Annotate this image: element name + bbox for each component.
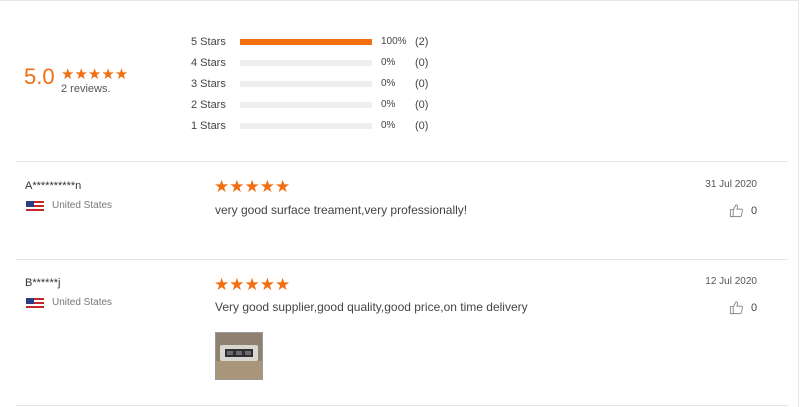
rating-bar bbox=[240, 38, 372, 45]
divider bbox=[16, 405, 788, 406]
rating-count: (0) bbox=[415, 56, 429, 69]
rating-percent: 0% bbox=[381, 78, 396, 89]
rating-distribution: 5 Stars 100% (2) 4 Stars 0% (0) 3 Stars … bbox=[191, 31, 428, 136]
review-stars-icon: ★★★★★ bbox=[214, 177, 291, 196]
rating-row-3[interactable]: 3 Stars 0% (0) bbox=[191, 73, 428, 94]
rating-label: 3 Stars bbox=[191, 77, 226, 90]
rating-percent: 0% bbox=[381, 57, 396, 68]
us-flag-icon bbox=[26, 298, 44, 310]
rating-row-2[interactable]: 2 Stars 0% (0) bbox=[191, 94, 428, 115]
rating-count: (0) bbox=[415, 98, 429, 111]
divider bbox=[16, 161, 788, 162]
divider bbox=[16, 259, 788, 260]
rating-label: 2 Stars bbox=[191, 98, 226, 111]
review-photo-image bbox=[216, 333, 262, 379]
rating-row-1[interactable]: 1 Stars 0% (0) bbox=[191, 115, 428, 136]
rating-count: (0) bbox=[415, 77, 429, 90]
helpful-button[interactable]: 0 bbox=[729, 203, 757, 218]
helpful-count: 0 bbox=[751, 204, 758, 217]
review-count: 2 reviews. bbox=[61, 83, 111, 95]
rating-bar bbox=[240, 80, 372, 87]
thumbs-up-icon bbox=[729, 204, 743, 218]
helpful-count: 0 bbox=[751, 301, 758, 314]
rating-row-4[interactable]: 4 Stars 0% (0) bbox=[191, 52, 428, 73]
review-text: very good surface treament,very professi… bbox=[215, 203, 468, 217]
reviewer-country: United States bbox=[52, 297, 113, 308]
rating-bar bbox=[240, 101, 372, 108]
rating-count: (0) bbox=[415, 119, 429, 132]
rating-bar bbox=[240, 122, 372, 129]
rating-count: (2) bbox=[415, 35, 429, 48]
review-text: Very good supplier,good quality,good pri… bbox=[215, 300, 528, 314]
rating-percent: 0% bbox=[381, 99, 396, 110]
rating-percent: 0% bbox=[381, 120, 396, 131]
thumbs-up-icon bbox=[729, 301, 743, 315]
review-stars-icon: ★★★★★ bbox=[214, 275, 291, 294]
rating-bar bbox=[240, 59, 372, 66]
reviewer-name: B******j bbox=[25, 277, 61, 289]
average-stars-icon: ★★★★★ bbox=[61, 66, 129, 83]
average-score: 5.0 bbox=[24, 64, 55, 89]
us-flag-icon bbox=[26, 201, 44, 213]
rating-label: 1 Stars bbox=[191, 119, 226, 132]
helpful-button[interactable]: 0 bbox=[729, 300, 757, 315]
rating-label: 5 Stars bbox=[191, 35, 226, 48]
reviewer-country: United States bbox=[52, 200, 113, 211]
review-date: 12 Jul 2020 bbox=[705, 276, 757, 287]
rating-percent: 100% bbox=[381, 36, 407, 47]
reviewer-name: A**********n bbox=[25, 180, 82, 192]
rating-bar-fill bbox=[240, 38, 372, 45]
review-photo-thumbnail[interactable] bbox=[215, 332, 263, 380]
rating-row-5[interactable]: 5 Stars 100% (2) bbox=[191, 31, 428, 52]
rating-label: 4 Stars bbox=[191, 56, 226, 69]
review-date: 31 Jul 2020 bbox=[705, 179, 757, 190]
